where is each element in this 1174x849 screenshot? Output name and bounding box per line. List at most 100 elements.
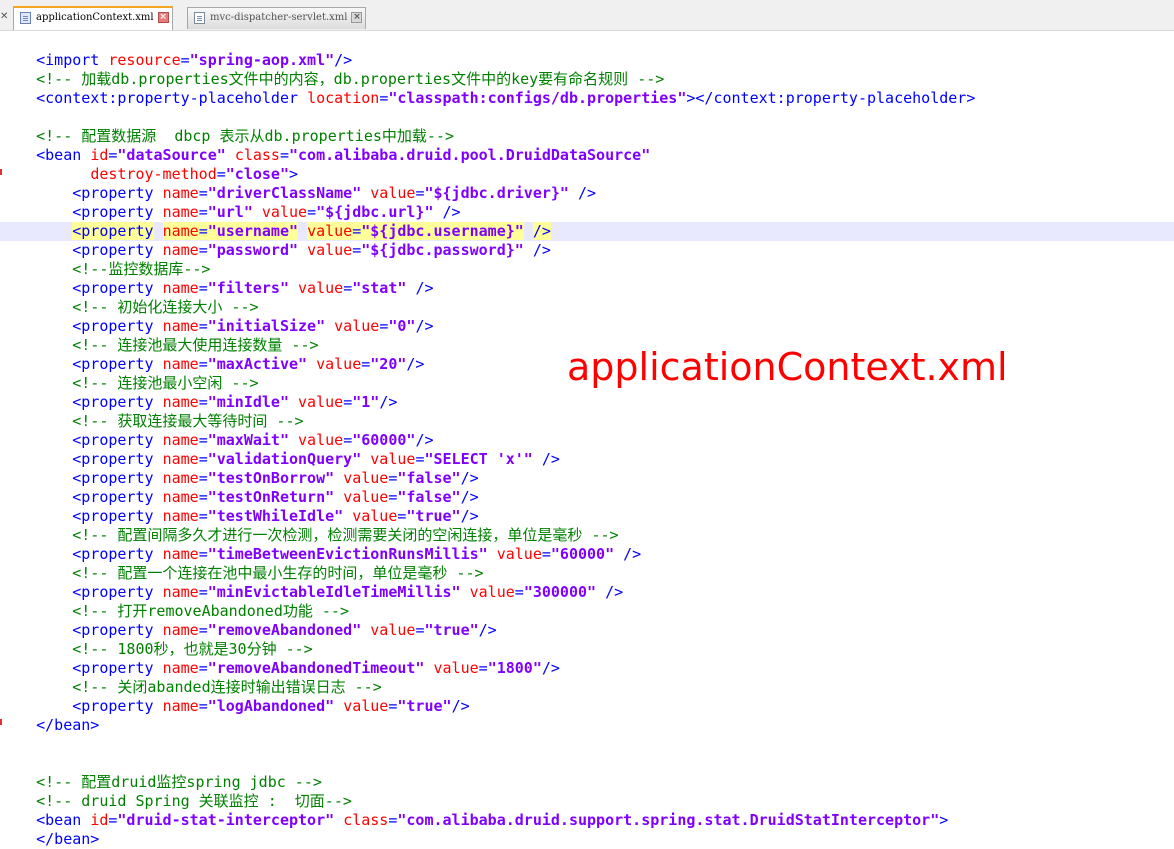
tab-applicationcontext[interactable]: applicationContext.xml × bbox=[13, 6, 173, 30]
code-line[interactable] bbox=[0, 32, 1174, 51]
code-token: = bbox=[198, 545, 208, 563]
code-line[interactable]: <bean id="dataSource" class="com.alibaba… bbox=[0, 146, 1174, 165]
code-token: class bbox=[343, 811, 389, 829]
code-token: = bbox=[379, 317, 389, 335]
code-token: value bbox=[261, 203, 308, 221]
tab-bar: ✕ applicationContext.xml × mvc-dispatche… bbox=[0, 0, 1174, 31]
code-token: <!-- 1800秒，也就是30分钟 --> bbox=[72, 640, 313, 658]
code-line[interactable]: <property name="maxWait" value="60000"/> bbox=[0, 431, 1174, 450]
code-line[interactable]: <property name="validationQuery" value="… bbox=[0, 450, 1174, 469]
code-line[interactable]: <property name="testOnReturn" value="fal… bbox=[0, 488, 1174, 507]
code-line[interactable]: <property name="initialSize" value="0"/> bbox=[0, 317, 1174, 336]
code-line[interactable]: <property name="driverClassName" value="… bbox=[0, 184, 1174, 203]
code-line[interactable]: <!-- 初始化连接大小 --> bbox=[0, 298, 1174, 317]
code-line[interactable]: <!-- 加载db.properties文件中的内容，db.properties… bbox=[0, 70, 1174, 89]
code-token: = bbox=[198, 203, 208, 221]
code-line[interactable]: <!--监控数据库--> bbox=[0, 260, 1174, 279]
code-line[interactable]: <property name="logAbandoned" value="tru… bbox=[0, 697, 1174, 716]
close-icon[interactable]: × bbox=[351, 12, 363, 23]
code-token: <property bbox=[72, 393, 154, 411]
code-token: "logAbandoned" bbox=[207, 697, 335, 715]
code-token: = bbox=[198, 317, 208, 335]
code-line[interactable]: <property name="url" value="${jdbc.url}"… bbox=[0, 203, 1174, 222]
code-line[interactable]: <!-- 配置一个连接在池中最小生存的时间，单位是毫秒 --> bbox=[0, 564, 1174, 583]
code-line[interactable]: <property name="minEvictableIdleTimeMill… bbox=[0, 583, 1174, 602]
code-token: "maxWait" bbox=[207, 431, 289, 449]
code-line[interactable]: <property name="testWhileIdle" value="tr… bbox=[0, 507, 1174, 526]
code-line[interactable]: <!-- druid Spring 关联监控 : 切面--> bbox=[0, 792, 1174, 811]
code-token: value bbox=[343, 469, 389, 487]
code-token: "validationQuery" bbox=[207, 450, 362, 468]
code-token: <!-- 配置间隔多久才进行一次检测，检测需要关闭的空闲连接，单位是毫秒 --> bbox=[72, 526, 619, 544]
code-line[interactable]: <property name="removeAbandonedTimeout" … bbox=[0, 659, 1174, 678]
code-token: <!-- 配置数据源 dbcp 表示从db.properties中加载--> bbox=[36, 127, 454, 145]
code-line[interactable]: <property name="minIdle" value="1"/> bbox=[0, 393, 1174, 412]
tab-mvc-dispatcher-servlet[interactable]: mvc-dispatcher-servlet.xml × bbox=[187, 7, 367, 29]
code-line[interactable]: <!-- 获取连接最大等待时间 --> bbox=[0, 412, 1174, 431]
code-line[interactable] bbox=[0, 108, 1174, 127]
code-line[interactable]: </bean> bbox=[0, 830, 1174, 849]
code-line[interactable]: <context:property-placeholder location="… bbox=[0, 89, 1174, 108]
code-token: = bbox=[343, 279, 353, 297]
code-token: value bbox=[370, 450, 416, 468]
code-token: <property bbox=[72, 279, 154, 297]
code-line[interactable]: <property name="filters" value="stat" /> bbox=[0, 279, 1174, 298]
code-line[interactable]: <property name="testOnBorrow" value="fal… bbox=[0, 469, 1174, 488]
code-token: = bbox=[541, 545, 551, 563]
code-editor[interactable]: <import resource="spring-aop.xml"/> <!--… bbox=[0, 31, 1174, 848]
code-line[interactable]: <property name="timeBetweenEvictionRunsM… bbox=[0, 545, 1174, 564]
code-line[interactable] bbox=[0, 735, 1174, 754]
code-token: <property bbox=[72, 621, 154, 639]
code-token: <bean bbox=[36, 146, 82, 164]
code-token: "maxActive" bbox=[207, 355, 308, 373]
code-token: resource bbox=[108, 51, 181, 69]
code-token: value bbox=[307, 222, 353, 240]
code-line[interactable]: <import resource="spring-aop.xml"/> bbox=[0, 51, 1174, 70]
code-line[interactable]: <property name="username" value="${jdbc.… bbox=[0, 222, 1174, 241]
code-line[interactable]: </bean> bbox=[0, 716, 1174, 735]
code-line[interactable]: <!-- 1800秒，也就是30分钟 --> bbox=[0, 640, 1174, 659]
code-token: > bbox=[939, 811, 949, 829]
code-token: value bbox=[298, 431, 344, 449]
code-line[interactable]: destroy-method="close"> bbox=[0, 165, 1174, 184]
code-token: "stat" bbox=[352, 279, 407, 297]
code-line[interactable]: <property name="password" value="${jdbc.… bbox=[0, 241, 1174, 260]
code-line[interactable]: <!-- 配置间隔多久才进行一次检测，检测需要关闭的空闲连接，单位是毫秒 --> bbox=[0, 526, 1174, 545]
code-token: = bbox=[379, 89, 389, 107]
close-icon[interactable]: × bbox=[157, 12, 169, 23]
code-line[interactable]: <!-- 配置druid监控spring jdbc --> bbox=[0, 773, 1174, 792]
code-line[interactable]: <!-- 打开removeAbandoned功能 --> bbox=[0, 602, 1174, 621]
code-token: /> bbox=[334, 51, 353, 69]
code-line[interactable]: <bean id="druid-stat-interceptor" class=… bbox=[0, 811, 1174, 830]
code-line[interactable]: <!-- 关闭abanded连接时输出错误日志 --> bbox=[0, 678, 1174, 697]
code-token: "${jdbc.password}" bbox=[361, 241, 524, 259]
code-token: "60000" bbox=[352, 431, 416, 449]
close-icon[interactable]: ✕ bbox=[0, 11, 9, 22]
code-line[interactable] bbox=[0, 754, 1174, 773]
code-token: = bbox=[198, 697, 208, 715]
code-token: = bbox=[198, 355, 208, 373]
code-token: = bbox=[361, 355, 371, 373]
overlay-label: applicationContext.xml bbox=[567, 345, 1008, 389]
code-token: "driverClassName" bbox=[207, 184, 362, 202]
code-line[interactable]: <property name="removeAbandoned" value="… bbox=[0, 621, 1174, 640]
code-token: name bbox=[162, 222, 199, 240]
code-line[interactable]: <!-- 配置数据源 dbcp 表示从db.properties中加载--> bbox=[0, 127, 1174, 146]
code-token: "filters" bbox=[207, 279, 289, 297]
